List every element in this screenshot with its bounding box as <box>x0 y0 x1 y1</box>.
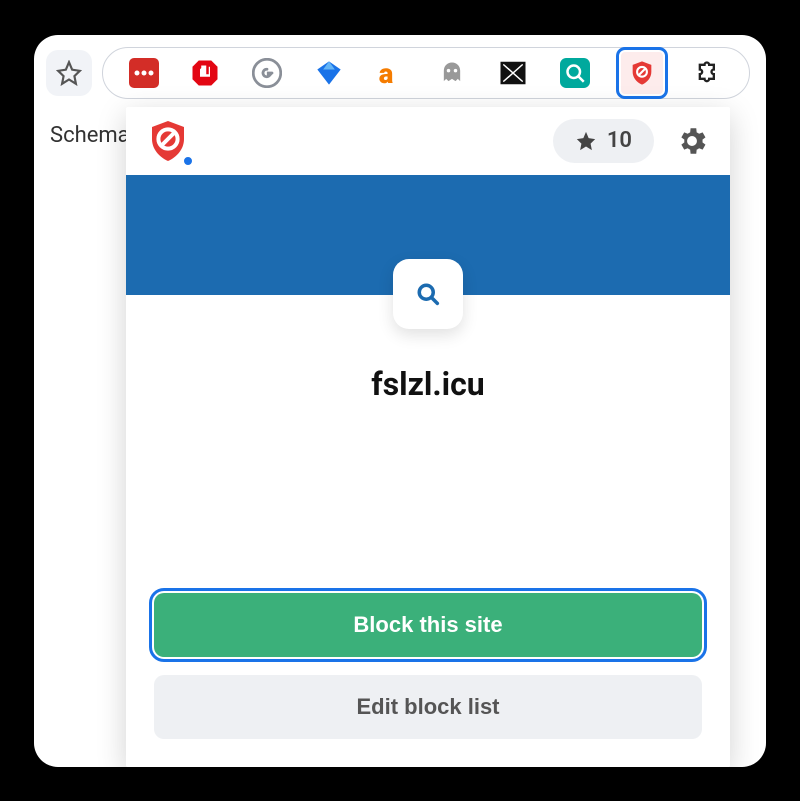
stats-pill[interactable]: 10 <box>553 119 654 163</box>
extension-popup: 10 fslzl.icu Block this site Edit block … <box>126 107 730 767</box>
browser-window: a Schema <box>34 35 766 767</box>
ghost-icon <box>438 59 466 87</box>
site-domain: fslzl.icu <box>371 365 484 403</box>
ext-blue-funnel[interactable] <box>313 57 345 89</box>
ext-ghost[interactable] <box>436 57 468 89</box>
gear-icon <box>675 124 709 158</box>
star-outline-icon <box>56 60 82 86</box>
ext-adblock[interactable] <box>189 57 221 89</box>
site-panel: fslzl.icu Block this site Edit block lis… <box>126 295 730 767</box>
page-title-partial: Schema <box>50 123 130 148</box>
diamond-icon <box>315 59 343 87</box>
hand-stop-icon <box>190 58 220 88</box>
stats-count: 10 <box>607 128 632 153</box>
puzzle-icon <box>694 59 722 87</box>
shield-block-icon <box>628 59 656 87</box>
popup-header: 10 <box>126 107 730 175</box>
ext-cyan-search[interactable] <box>559 57 591 89</box>
flag-stripe-icon <box>498 58 528 88</box>
search-teal-icon <box>560 58 590 88</box>
button-area: Block this site Edit block list <box>126 593 730 739</box>
toolbar: a <box>34 35 766 107</box>
settings-button[interactable] <box>672 121 712 161</box>
ext-puzzle-menu[interactable] <box>692 57 724 89</box>
bookmark-star-button[interactable] <box>46 50 92 96</box>
svg-text:a: a <box>379 58 394 88</box>
ext-blocksite-active[interactable] <box>621 52 663 94</box>
block-site-button[interactable]: Block this site <box>154 593 702 657</box>
letter-a-icon: a <box>375 58 405 88</box>
site-favicon <box>393 259 463 329</box>
ext-grammarly[interactable] <box>251 57 283 89</box>
ext-flag[interactable] <box>497 57 529 89</box>
lastpass-icon <box>129 58 159 88</box>
star-filled-icon <box>575 130 597 152</box>
notification-dot-icon <box>182 155 194 167</box>
ext-ahrefs[interactable]: a <box>374 57 406 89</box>
magnifier-icon <box>414 280 442 308</box>
blocksite-logo[interactable] <box>144 117 192 165</box>
extensions-bar: a <box>102 47 750 99</box>
g-circle-icon <box>252 58 282 88</box>
ext-lastpass[interactable] <box>128 57 160 89</box>
popup-header-right: 10 <box>553 119 712 163</box>
edit-block-list-button[interactable]: Edit block list <box>154 675 702 739</box>
